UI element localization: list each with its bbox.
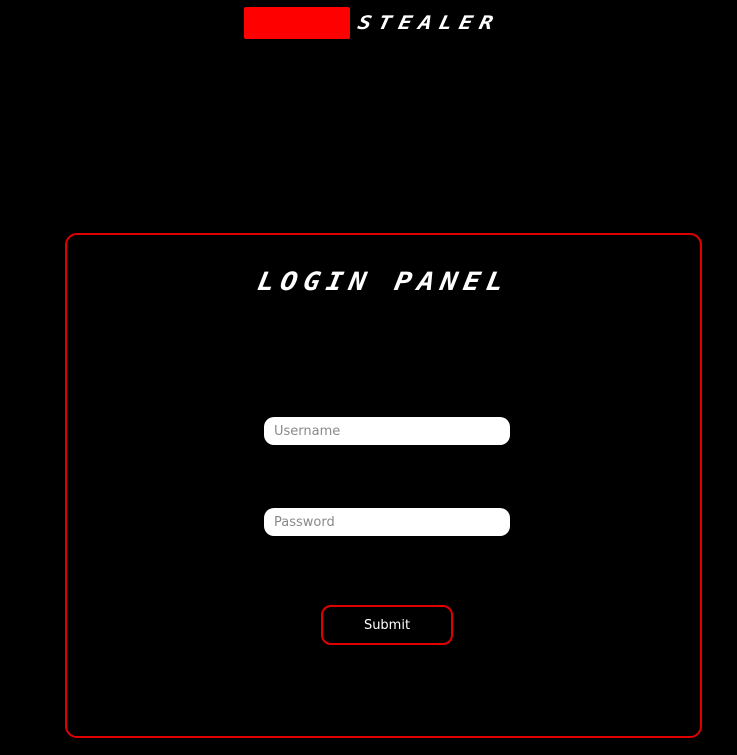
page: Stealer Login Panel Submit [0, 0, 737, 755]
brand-redacted-block [244, 7, 350, 39]
brand-header: Stealer [244, 7, 502, 39]
login-panel: Login Panel Submit [65, 233, 702, 738]
password-input[interactable] [264, 508, 510, 536]
submit-button[interactable]: Submit [321, 605, 453, 645]
login-panel-title: Login Panel [255, 266, 512, 297]
brand-name: Stealer [355, 12, 502, 34]
username-input[interactable] [264, 417, 510, 445]
